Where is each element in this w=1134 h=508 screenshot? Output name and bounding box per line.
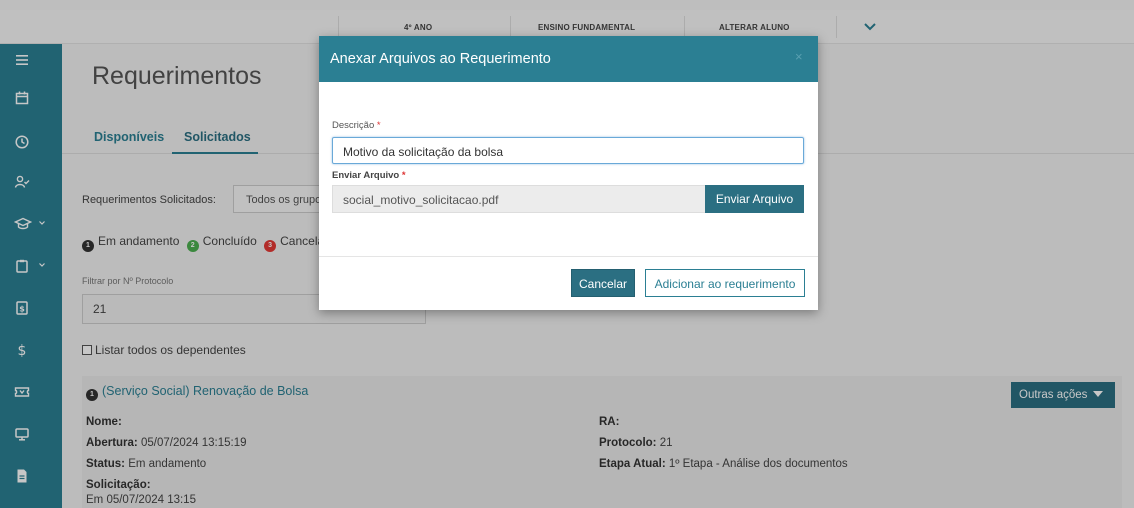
file-label: Enviar Arquivo * bbox=[332, 170, 406, 181]
add-to-request-button[interactable]: Adicionar ao requerimento bbox=[645, 269, 805, 297]
modal-footer-divider bbox=[319, 256, 818, 257]
required-mark: * bbox=[401, 170, 406, 181]
modal-title: Anexar Arquivos ao Requerimento bbox=[330, 51, 551, 67]
description-label: Descrição * bbox=[332, 120, 381, 131]
send-file-button[interactable]: Enviar Arquivo bbox=[705, 185, 804, 213]
close-icon[interactable]: × bbox=[795, 49, 803, 64]
file-name-field[interactable]: social_motivo_solicitacao.pdf bbox=[332, 185, 706, 213]
modal-header: Anexar Arquivos ao Requerimento × bbox=[319, 36, 818, 82]
attach-files-modal: Anexar Arquivos ao Requerimento × Descri… bbox=[319, 36, 818, 310]
cancel-button[interactable]: Cancelar bbox=[571, 269, 635, 297]
required-mark: * bbox=[376, 120, 381, 131]
file-label-text: Enviar Arquivo bbox=[332, 170, 400, 181]
description-input[interactable]: Motivo da solicitação da bolsa bbox=[332, 137, 804, 164]
description-label-text: Descrição bbox=[332, 120, 375, 131]
